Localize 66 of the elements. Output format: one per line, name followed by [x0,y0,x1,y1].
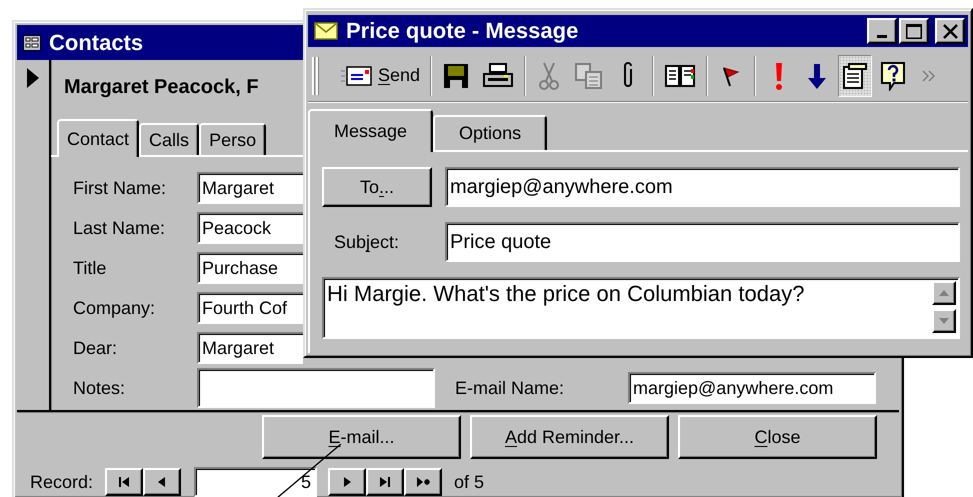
tab[interactable]: Options [433,115,548,150]
record-label: Record: [30,472,94,492]
exclamation-icon [774,60,784,90]
record-title: Margaret Peacock, F [63,75,259,100]
text-field[interactable]: margiep@anywhere.com [628,372,876,404]
copy-icon [574,62,604,90]
window-title: Price quote - Message [346,18,578,44]
minimize-icon [877,34,887,38]
window-title: Contacts [49,30,144,56]
save-icon [442,62,470,90]
envelope-icon [340,64,372,86]
subject-field[interactable]: Price quote [445,222,960,262]
maximize-button[interactable] [899,18,929,44]
form-button[interactable]: Add Reminder... [470,415,669,459]
to-button[interactable]: To... [322,167,432,207]
scroll-down-button[interactable] [932,309,956,333]
help-icon [880,60,906,90]
message-body-field[interactable]: Hi Margie. What's the price on Columbian today? [322,277,960,339]
close-button[interactable] [935,18,965,44]
close-icon [942,24,958,38]
scissors-icon [539,60,560,90]
text-field[interactable]: Margaret [197,172,303,204]
field-label: Notes: [72,378,126,398]
first-record-button[interactable] [105,468,144,496]
maximize-icon [906,24,922,38]
next-record-button[interactable] [328,468,366,496]
text-field[interactable]: Peacock [197,212,303,244]
scroll-up-button[interactable] [932,281,956,305]
form-button[interactable]: Close [678,415,877,459]
tab[interactable]: Contact [57,119,140,157]
to-field[interactable]: margiep@anywhere.com [445,167,960,207]
text-field[interactable]: Purchase [197,252,303,284]
new-record-icon [416,476,430,488]
field-label: Last Name: [72,218,166,238]
options-button[interactable] [838,54,872,96]
envelope-icon [314,22,338,40]
tab[interactable]: Perso [199,123,266,155]
minimize-button[interactable] [867,18,897,44]
field-label: Subject: [333,232,400,252]
field-label: Title [72,258,108,278]
last-icon [378,476,392,488]
record-count: of 5 [454,472,484,492]
last-record-button[interactable] [366,468,404,496]
previous-record-button[interactable] [143,468,182,496]
text-field[interactable]: Fourth Cof [197,292,303,324]
tab[interactable]: Calls [139,123,200,155]
text-field[interactable]: Margaret [197,332,303,364]
book-icon [664,62,696,88]
field-label: First Name: [72,178,168,198]
printer-icon [482,62,514,90]
tab[interactable]: Message [308,109,434,152]
field-label: Company: [72,298,156,318]
toolbar-grip[interactable] [312,56,320,94]
record-pointer-icon [27,68,39,88]
down-arrow-icon [807,62,828,90]
text-field[interactable] [197,368,435,408]
record-number-field[interactable]: 5 [194,467,318,497]
form-icon [23,34,41,50]
new-record-button[interactable] [404,468,442,496]
leader-line [276,444,342,497]
send-button[interactable]: Send [336,54,424,96]
options-icon [842,62,868,90]
first-icon [117,476,132,488]
field-label: Dear: [72,338,118,358]
field-label: E-mail Name: [455,378,566,398]
form-button[interactable]: E-mail... [262,415,461,459]
